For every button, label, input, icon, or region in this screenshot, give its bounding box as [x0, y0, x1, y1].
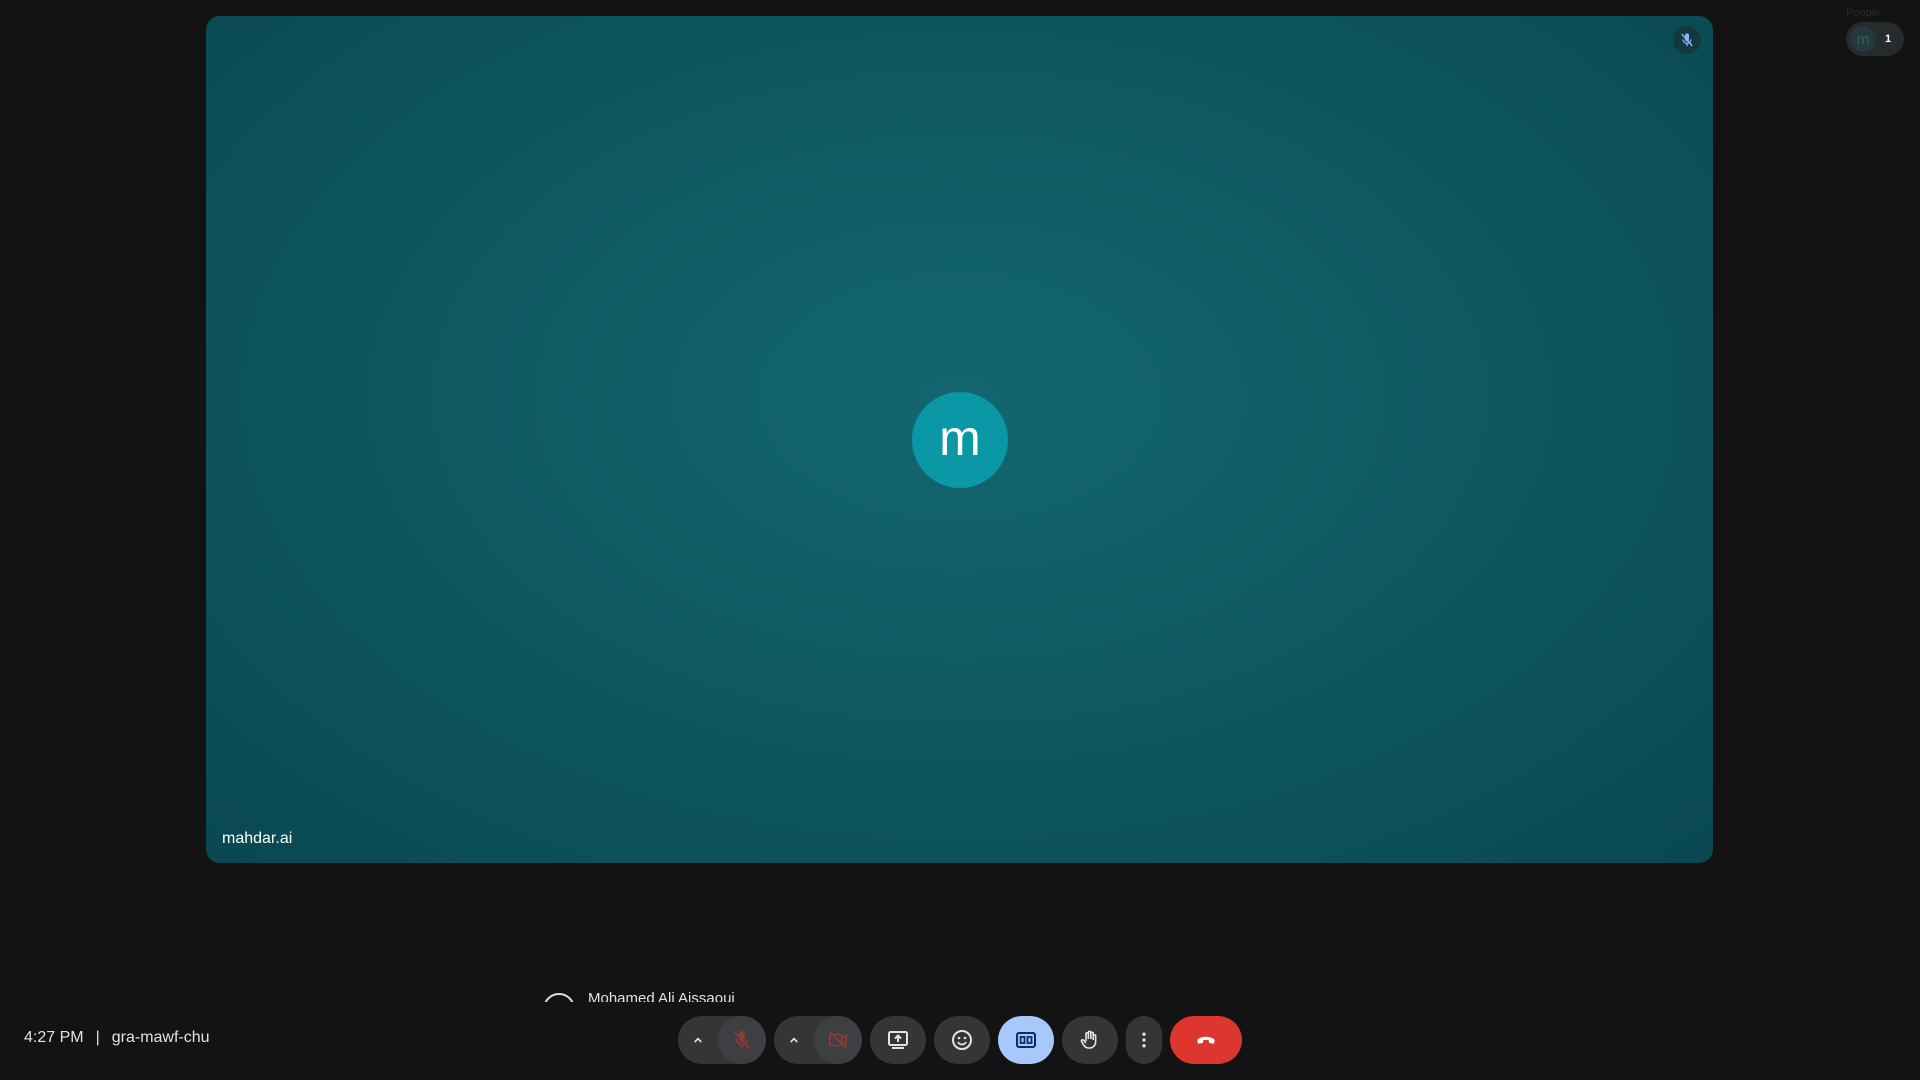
raise-hand-button[interactable] — [1062, 1016, 1118, 1064]
more-options-button[interactable] — [1126, 1016, 1162, 1064]
raise-hand-icon — [1080, 1030, 1097, 1049]
meeting-separator: | — [95, 1029, 100, 1046]
mic-off-icon — [733, 1030, 751, 1049]
leave-call-button[interactable] — [1170, 1016, 1242, 1064]
captions-button[interactable] — [998, 1016, 1054, 1064]
audio-control-group — [678, 1016, 766, 1064]
meeting-info: 4:27 PM | gra-mawf-chu — [24, 1029, 210, 1047]
participant-tile[interactable]: m mahdar.ai — [206, 16, 1713, 863]
people-button[interactable]: m 1 — [1846, 22, 1904, 56]
meet-call-screen: m mahdar.ai People m 1 Mohamed Ali Aissa… — [0, 0, 1920, 1080]
meeting-time: 4:27 PM — [24, 1029, 84, 1046]
presenter-name: Mohamed Ali Aissaoui — [588, 990, 735, 1002]
call-end-icon — [1197, 1036, 1215, 1044]
audio-options-button[interactable] — [678, 1016, 718, 1064]
mic-toggle-button[interactable] — [718, 1016, 766, 1064]
reactions-button[interactable] — [934, 1016, 990, 1064]
more-vert-icon — [1142, 1032, 1146, 1048]
control-bar — [678, 1016, 1242, 1064]
captions-icon — [1016, 1032, 1036, 1048]
present-screen-button[interactable] — [870, 1016, 926, 1064]
chevron-up-icon — [790, 1037, 798, 1043]
meeting-code[interactable]: gra-mawf-chu — [112, 1029, 210, 1047]
emoji-icon — [952, 1030, 972, 1050]
video-control-group — [774, 1016, 862, 1064]
videocam-off-icon — [828, 1031, 848, 1049]
participant-avatar: m — [912, 392, 1008, 488]
tile-mic-off-icon — [1673, 26, 1701, 54]
chevron-up-icon — [694, 1037, 702, 1043]
presenter-indicator: Mohamed Ali Aissaoui — [543, 990, 735, 1002]
people-label: People — [1846, 7, 1881, 19]
people-avatar: m — [1850, 26, 1876, 52]
presenter-avatar — [543, 993, 575, 1002]
participant-name: mahdar.ai — [222, 830, 293, 847]
video-options-button[interactable] — [774, 1016, 814, 1064]
present-screen-icon — [888, 1031, 908, 1049]
camera-toggle-button[interactable] — [814, 1016, 862, 1064]
people-count: 1 — [1885, 33, 1892, 45]
